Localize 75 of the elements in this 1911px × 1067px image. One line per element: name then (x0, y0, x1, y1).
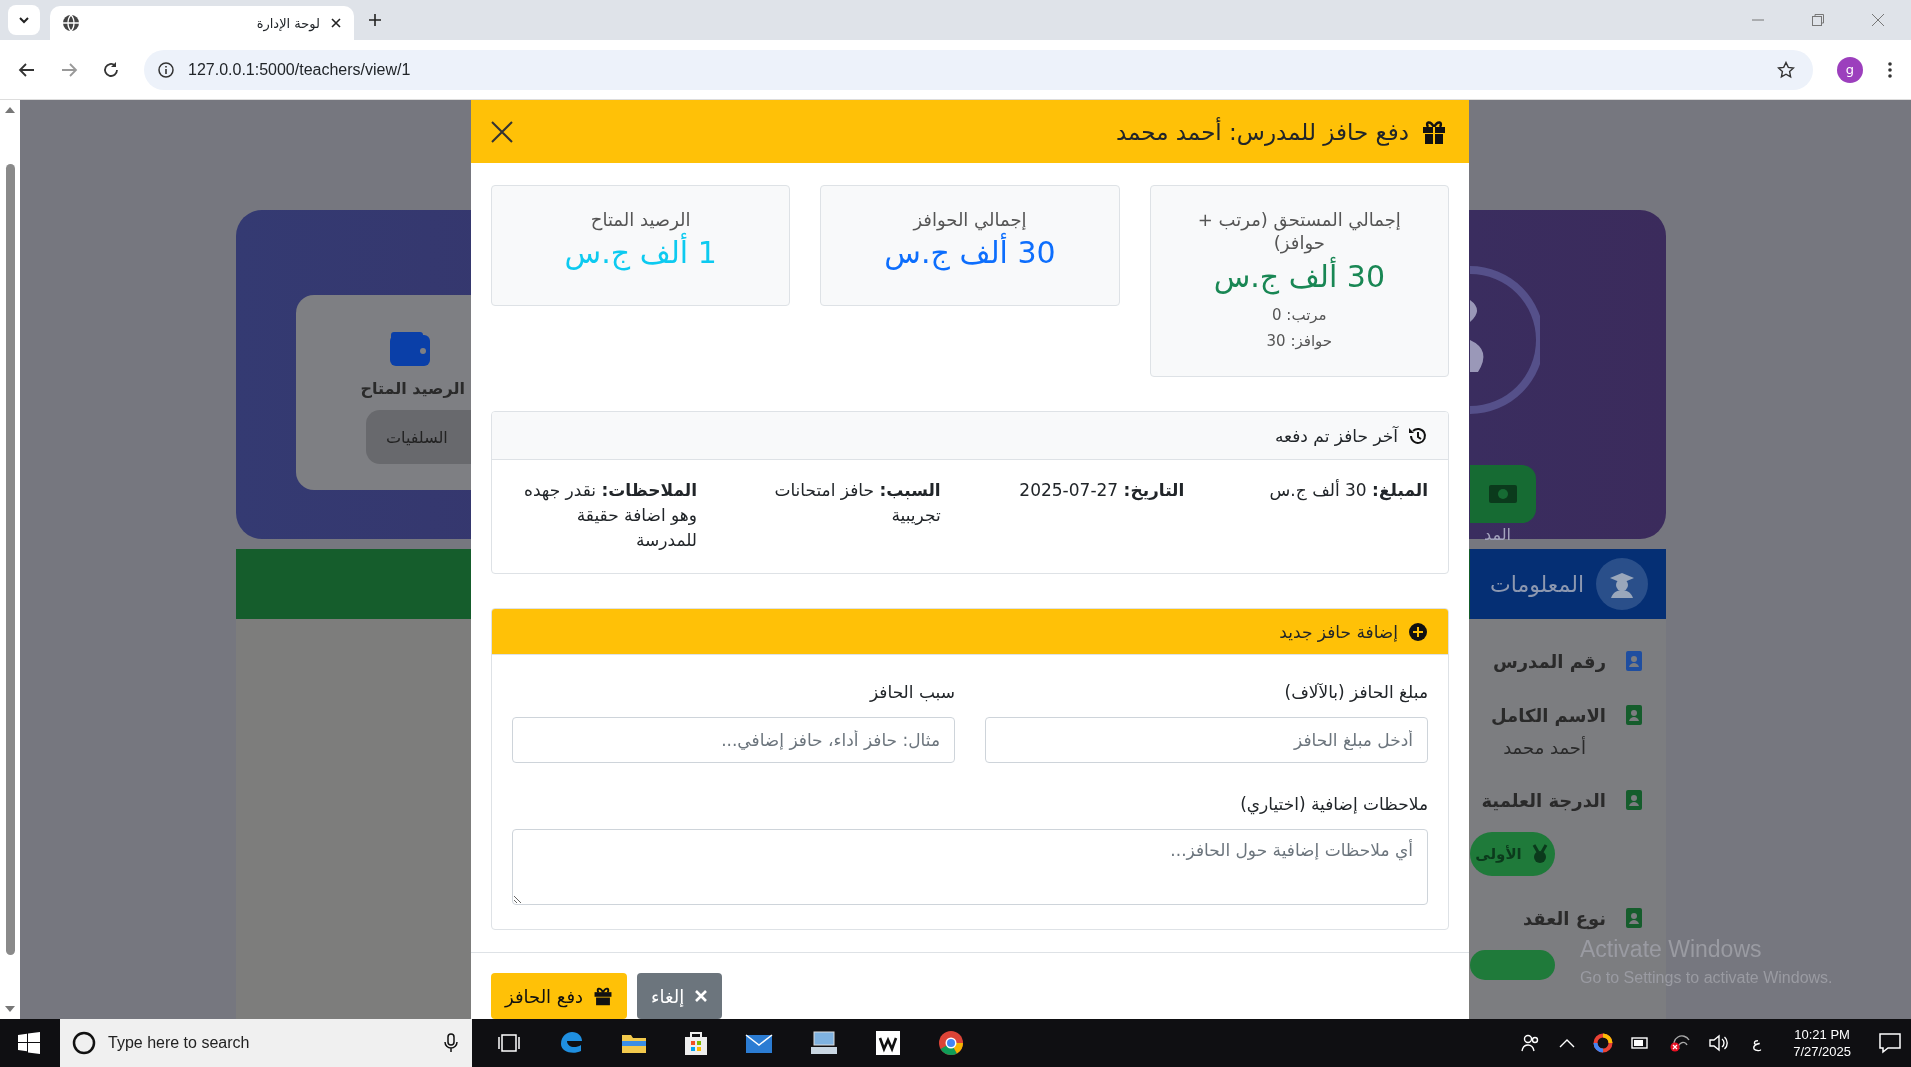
new-tab-icon[interactable] (368, 13, 382, 27)
info-title: المعلومات (1490, 571, 1584, 597)
dialog-title: دفع حافز للمدرس: أحمد محمد (1115, 118, 1409, 145)
address-bar[interactable]: 127.0.0.1:5000/teachers/view/1 (144, 49, 1813, 90)
degree-badge: الأولى (1470, 832, 1555, 876)
wallet-icon (389, 331, 431, 367)
balance-label: الرصيد المتاح (360, 379, 465, 398)
scroll-up-icon[interactable] (4, 106, 16, 114)
bookmark-star-icon[interactable] (1777, 60, 1795, 79)
store-bag-icon[interactable] (684, 1030, 708, 1056)
stat-label: الرصيد المتاح (590, 208, 691, 232)
stat-label: إجمالي الحوافز (913, 208, 1027, 232)
info-value: أحمد محمد (1503, 737, 1586, 758)
microphone-icon[interactable] (444, 1033, 458, 1053)
notes-field[interactable]: أي ملاحظات إضافية حول الحافز... (512, 829, 1428, 906)
field-label: ملاحظات إضافية (اختياري) (1239, 793, 1428, 816)
task-view-icon[interactable] (497, 1033, 521, 1053)
scrollbar-thumb[interactable] (5, 164, 15, 955)
info-label: نوع العقد (1522, 907, 1606, 929)
info-icon[interactable] (158, 61, 174, 78)
tab-title: لوحة الإدارة (255, 15, 320, 31)
bonus-detail: الملاحظات: نقدر جهده وهو اضافة حقيقة للمدرسة (523, 479, 698, 553)
info-label: الدرجة العلمية (1481, 789, 1606, 811)
mail-icon[interactable] (745, 1032, 773, 1054)
close-window-icon[interactable] (1871, 13, 1885, 27)
profile-avatar[interactable]: g (1837, 56, 1863, 83)
input-language[interactable]: ع (1752, 1034, 1762, 1052)
colorful-ring-icon[interactable] (1593, 1033, 1614, 1053)
stat-detail: مرتب: 0 (1272, 304, 1327, 326)
close-icon (694, 989, 709, 1004)
gift-icon (593, 986, 614, 1007)
gift-icon (1421, 118, 1447, 145)
pay-bonus-button[interactable]: دفع الحافز (491, 973, 628, 1019)
computer-keyboard-icon[interactable] (810, 1030, 838, 1056)
reload-icon[interactable] (102, 60, 120, 79)
back-icon[interactable] (18, 60, 36, 79)
menu-icon[interactable] (1887, 60, 1893, 79)
chevron-up-icon[interactable] (1559, 1038, 1576, 1048)
cancel-button[interactable]: إلغاء (637, 973, 723, 1019)
cortana-circle-icon (72, 1031, 96, 1055)
money-icon (1488, 483, 1518, 505)
windows-start-icon[interactable] (18, 1032, 40, 1054)
forward-icon[interactable] (60, 60, 78, 79)
globe-icon (62, 14, 80, 32)
no-network-icon[interactable] (1669, 1034, 1692, 1052)
edge-browser-icon[interactable] (558, 1030, 584, 1056)
info-label: رقم المدرس (1492, 650, 1606, 672)
chevron-down-icon (18, 14, 30, 26)
card-title: إضافة حافز جديد (1279, 621, 1398, 642)
teacher-icon (1596, 558, 1648, 610)
scroll-down-icon[interactable] (4, 1005, 16, 1013)
app-tile-icon[interactable] (875, 1030, 901, 1056)
browser-tab[interactable]: لوحة الإدارة (50, 6, 354, 40)
field-label: مبلغ الحافز (بالآلاف) (1283, 681, 1428, 704)
plus-circle-icon (1408, 621, 1428, 642)
history-icon (1408, 425, 1428, 446)
close-tab-icon[interactable] (330, 17, 342, 29)
chrome-icon[interactable] (938, 1030, 964, 1056)
info-label: الاسم الكامل (1490, 704, 1606, 726)
stat-value: 30 ألف ج.س (884, 235, 1056, 271)
stat-label: إجمالي المستحق (مرتب + حوافز) (1196, 208, 1402, 255)
bonus-detail: المبلغ: 30 ألف ج.س (1268, 478, 1428, 503)
bonus-detail: السبب: حافز امتحانات تجريبية (773, 479, 941, 528)
speaker-icon[interactable] (1709, 1034, 1730, 1052)
clock[interactable]: 10:21 PM 7/27/2025 (1793, 1027, 1851, 1059)
stat-value: 30 ألف ج.س (1213, 258, 1385, 294)
field-label: سبب الحافز (868, 681, 955, 704)
notification-icon[interactable] (1878, 1032, 1902, 1054)
stat-detail: حوافز: 30 (1266, 331, 1333, 353)
tab-list-button[interactable] (8, 5, 40, 35)
school-label: المد (1484, 525, 1511, 544)
taskbar-search-field[interactable]: Type here to search (60, 1019, 472, 1067)
card-title: آخر حافز تم دفعه (1274, 425, 1398, 446)
restore-icon[interactable] (1811, 13, 1825, 27)
close-icon[interactable] (491, 120, 513, 143)
